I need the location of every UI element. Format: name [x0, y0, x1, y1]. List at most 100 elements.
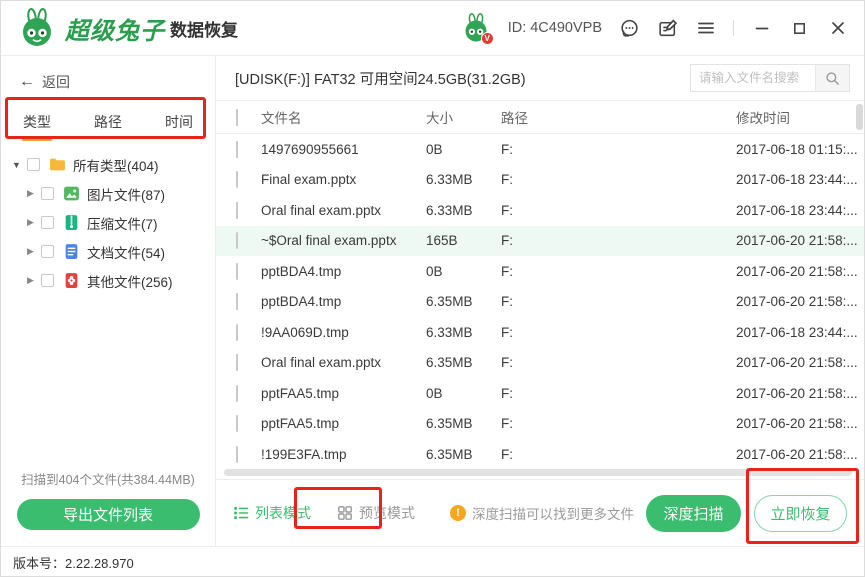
tree-checkbox[interactable] — [41, 245, 54, 258]
cell-name: Oral final exam.pptx — [261, 203, 426, 218]
col-header-name: 文件名 — [261, 107, 426, 127]
cell-mtime: 2017-06-20 21:58:... — [736, 416, 864, 431]
tree-item-all-types[interactable]: ▼ 所有类型(404) — [1, 150, 215, 179]
expand-arrow-icon[interactable]: ▶ — [23, 246, 38, 257]
drive-info-bar: [UDISK(F:)] FAT32 可用空间24.5GB(31.2GB) — [216, 56, 864, 101]
tab-time[interactable]: 时间 — [165, 112, 193, 141]
search-button[interactable] — [815, 65, 849, 91]
cell-path: F: — [501, 325, 736, 340]
expand-arrow-icon[interactable]: ▶ — [23, 188, 38, 199]
app-window: 超级兔子 数据恢复 V ID: 4C490VPB — [0, 0, 865, 577]
user-id: ID: 4C490VPB — [508, 20, 602, 36]
table-row[interactable]: !199E3FA.tmp 6.35MB F: 2017-06-20 21:58:… — [216, 439, 864, 470]
row-checkbox[interactable] — [236, 202, 238, 219]
expand-arrow-icon[interactable]: ▶ — [23, 217, 38, 228]
row-checkbox[interactable] — [236, 171, 238, 188]
app-title-suffix: 数据恢复 — [170, 16, 238, 41]
row-checkbox[interactable] — [236, 385, 238, 402]
avatar[interactable]: V — [461, 13, 491, 43]
select-all-checkbox[interactable] — [236, 109, 238, 126]
cell-name: pptBDA4.tmp — [261, 264, 426, 279]
file-type-tree: ▼ 所有类型(404) ▶ 图片文件(87) ▶ — [1, 141, 215, 295]
title-bar: 超级兔子 数据恢复 V ID: 4C490VPB — [1, 1, 864, 56]
table-row[interactable]: pptFAA5.tmp 0B F: 2017-06-20 21:58:... — [216, 378, 864, 409]
list-mode-icon — [233, 505, 249, 521]
maximize-button[interactable] — [789, 18, 810, 39]
cell-mtime: 2017-06-20 21:58:... — [736, 264, 864, 279]
row-checkbox[interactable] — [236, 415, 238, 432]
cell-size: 6.33MB — [426, 325, 501, 340]
cell-mtime: 2017-06-18 23:44:... — [736, 325, 864, 340]
tree-item-label: 所有类型(404) — [73, 155, 159, 175]
tree-item-archive-files[interactable]: ▶ 压缩文件(7) — [1, 208, 215, 237]
app-title: 超级兔子 — [65, 11, 165, 46]
search-input[interactable] — [691, 65, 815, 91]
table-row[interactable]: Oral final exam.pptx 6.35MB F: 2017-06-2… — [216, 348, 864, 379]
document-file-icon — [63, 243, 80, 260]
cell-mtime: 2017-06-20 21:58:... — [736, 386, 864, 401]
main-footer: 列表模式 预览模式 ! 深度扫描可以找到更多文件 深度扫描 立即恢复 — [216, 479, 864, 546]
back-button[interactable]: ← 返回 — [1, 56, 215, 92]
table-row[interactable]: Oral final exam.pptx 6.33MB F: 2017-06-1… — [216, 195, 864, 226]
minimize-button[interactable] — [751, 18, 772, 39]
row-checkbox[interactable] — [236, 354, 238, 371]
drive-info: [UDISK(F:)] FAT32 可用空间24.5GB(31.2GB) — [235, 68, 526, 89]
row-checkbox[interactable] — [236, 263, 238, 280]
list-mode-button[interactable]: 列表模式 — [233, 503, 311, 523]
preview-mode-button[interactable]: 预览模式 — [337, 503, 415, 523]
row-checkbox[interactable] — [236, 446, 238, 463]
tab-path[interactable]: 路径 — [94, 112, 122, 141]
cell-mtime: 2017-06-20 21:58:... — [736, 294, 864, 309]
file-table: 1497690955661 0B F: 2017-06-18 01:15:...… — [216, 134, 864, 470]
cell-name: pptBDA4.tmp — [261, 294, 426, 309]
expand-arrow-icon[interactable]: ▶ — [23, 275, 38, 286]
tab-type[interactable]: 类型 — [23, 112, 51, 141]
row-checkbox[interactable] — [236, 293, 238, 310]
tree-item-document-files[interactable]: ▶ 文档文件(54) — [1, 237, 215, 266]
collapse-arrow-icon[interactable]: ▼ — [9, 160, 24, 170]
cell-mtime: 2017-06-18 23:44:... — [736, 203, 864, 218]
cell-size: 6.35MB — [426, 294, 501, 309]
table-row[interactable]: 1497690955661 0B F: 2017-06-18 01:15:... — [216, 134, 864, 165]
tree-item-image-files[interactable]: ▶ 图片文件(87) — [1, 179, 215, 208]
cell-path: F: — [501, 416, 736, 431]
table-row-selected[interactable]: ~$Oral final exam.pptx 165B F: 2017-06-2… — [216, 226, 864, 257]
cell-path: F: — [501, 233, 736, 248]
deep-scan-button[interactable]: 深度扫描 — [646, 495, 741, 532]
row-checkbox[interactable] — [236, 232, 238, 249]
search-icon — [825, 71, 840, 86]
app-brand: 超级兔子 数据恢复 — [17, 8, 238, 48]
tree-checkbox[interactable] — [27, 158, 40, 171]
sidebar-footer: 扫描到404个文件(共384.44MB) 导出文件列表 — [1, 469, 215, 530]
preview-mode-icon — [337, 505, 353, 521]
tree-item-label: 压缩文件(7) — [87, 213, 158, 233]
table-row[interactable]: pptBDA4.tmp 0B F: 2017-06-20 21:58:... — [216, 256, 864, 287]
preview-mode-label: 预览模式 — [359, 503, 415, 523]
cell-path: F: — [501, 142, 736, 157]
tree-item-other-files[interactable]: ▶ 其他文件(256) — [1, 266, 215, 295]
header-controls: V ID: 4C490VPB — [461, 13, 848, 43]
table-row[interactable]: pptBDA4.tmp 6.35MB F: 2017-06-20 21:58:.… — [216, 287, 864, 318]
other-file-icon — [63, 272, 80, 289]
export-file-list-button[interactable]: 导出文件列表 — [17, 499, 200, 530]
col-header-path: 路径 — [501, 107, 736, 127]
close-button[interactable] — [827, 18, 848, 39]
tree-checkbox[interactable] — [41, 187, 54, 200]
tree-item-label: 图片文件(87) — [87, 184, 165, 204]
horizontal-scrollbar[interactable] — [224, 469, 852, 476]
tree-checkbox[interactable] — [41, 216, 54, 229]
cell-size: 6.35MB — [426, 416, 501, 431]
support-icon[interactable] — [619, 18, 640, 39]
feedback-icon[interactable] — [657, 18, 678, 39]
row-checkbox[interactable] — [236, 324, 238, 341]
status-bar: 版本号：2.22.28.970 — [1, 546, 864, 577]
vertical-scrollbar[interactable] — [856, 104, 863, 130]
table-row[interactable]: !9AA069D.tmp 6.33MB F: 2017-06-18 23:44:… — [216, 317, 864, 348]
recover-now-button[interactable]: 立即恢复 — [754, 495, 847, 532]
row-checkbox[interactable] — [236, 141, 238, 158]
table-row[interactable]: Final exam.pptx 6.33MB F: 2017-06-18 23:… — [216, 165, 864, 196]
tree-checkbox[interactable] — [41, 274, 54, 287]
table-row[interactable]: pptFAA5.tmp 6.35MB F: 2017-06-20 21:58:.… — [216, 409, 864, 440]
cell-name: !199E3FA.tmp — [261, 447, 426, 462]
menu-icon[interactable] — [695, 18, 716, 39]
